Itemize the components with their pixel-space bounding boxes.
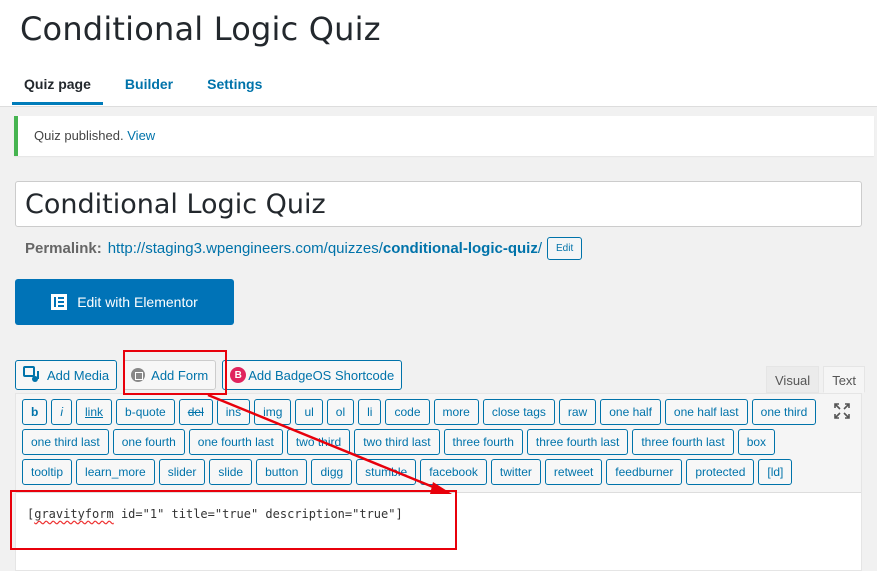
quicktag-button[interactable]: raw	[558, 399, 597, 425]
quicktag-button[interactable]: li	[358, 399, 382, 425]
add-form-highlight	[123, 350, 227, 395]
permalink-slug: conditional-logic-quiz	[382, 240, 538, 257]
quicktag-button[interactable]: stumble	[356, 459, 417, 485]
elementor-button-label: Edit with Elementor	[77, 294, 198, 310]
quicktag-button[interactable]: protected	[686, 459, 755, 485]
page-title: Conditional Logic Quiz	[20, 10, 381, 48]
quicktags-row-3: tooltip learn_more slider slide button d…	[20, 459, 857, 485]
quicktag-button[interactable]: ins	[216, 399, 251, 425]
tab-builder[interactable]: Builder	[113, 72, 185, 105]
quicktag-button[interactable]: three fourth	[443, 429, 523, 455]
publish-notice: Quiz published. View	[14, 116, 874, 156]
quicktag-button[interactable]: one half	[600, 399, 661, 425]
quicktag-button[interactable]: box	[737, 429, 776, 455]
header: Conditional Logic Quiz Quiz page Builder…	[0, 0, 877, 107]
quicktags-row-2: one third last one fourth one fourth las…	[20, 429, 857, 455]
quicktag-button[interactable]: slider	[158, 459, 206, 485]
add-badgeos-shortcode-button[interactable]: B Add BadgeOS Shortcode	[222, 360, 403, 390]
elementor-icon	[51, 294, 68, 310]
permalink-base: http://staging3.wpengineers.com/quizzes/	[107, 240, 383, 257]
tab-quiz-page[interactable]: Quiz page	[12, 72, 103, 105]
editor-tabs: Visual Text	[762, 366, 866, 393]
quicktag-button[interactable]: one fourth	[112, 429, 185, 455]
tab-text[interactable]: Text	[823, 366, 866, 393]
quicktag-button[interactable]: close tags	[482, 399, 555, 425]
quicktag-button[interactable]: facebook	[420, 459, 487, 485]
quicktag-button[interactable]: img	[254, 399, 292, 425]
post-title-input[interactable]: Conditional Logic Quiz	[15, 181, 862, 227]
badgeos-label: Add BadgeOS Shortcode	[248, 367, 395, 383]
badgeos-icon: B	[230, 367, 247, 383]
quicktag-button[interactable]: tooltip	[22, 459, 73, 485]
quicktag-button[interactable]: three fourth last	[632, 429, 734, 455]
quicktag-button[interactable]: ul	[295, 399, 323, 425]
permalink-url[interactable]: http://staging3.wpengineers.com/quizzes/…	[108, 240, 542, 257]
edit-with-elementor-button[interactable]: Edit with Elementor	[15, 279, 234, 325]
add-media-button[interactable]: Add Media	[15, 360, 118, 390]
add-media-label: Add Media	[47, 367, 110, 383]
permalink-trail: /	[537, 240, 543, 257]
quicktag-button[interactable]: three fourth last	[526, 429, 629, 455]
quicktag-button[interactable]: i	[51, 399, 73, 425]
quicktag-button[interactable]: ol	[326, 399, 355, 425]
quicktag-button[interactable]: link	[76, 399, 113, 425]
tab-bar: Quiz page Builder Settings	[12, 72, 284, 105]
quicktag-button[interactable]: feedburner	[606, 459, 683, 485]
quicktags-row-1: b i link b-quote del ins img ul ol li co…	[20, 399, 857, 425]
editor-content-highlight	[10, 490, 457, 550]
quicktag-button[interactable]: one third last	[22, 429, 109, 455]
quicktags-toolbar: b i link b-quote del ins img ul ol li co…	[16, 394, 861, 493]
quicktag-button[interactable]: [ld]	[758, 459, 793, 485]
media-icon	[23, 366, 39, 382]
quicktag-button[interactable]: b	[22, 399, 48, 425]
quicktag-button[interactable]: digg	[311, 459, 353, 485]
fullscreen-icon[interactable]	[833, 402, 851, 420]
quicktag-button[interactable]: one third	[751, 399, 817, 425]
quicktag-button[interactable]: twitter	[490, 459, 541, 485]
quicktag-button[interactable]: more	[433, 399, 479, 425]
quicktag-button[interactable]: code	[385, 399, 430, 425]
quicktag-button[interactable]: b-quote	[116, 399, 175, 425]
quicktag-button[interactable]: one half last	[664, 399, 748, 425]
quicktag-button[interactable]: learn_more	[76, 459, 155, 485]
quicktag-button[interactable]: del	[178, 399, 213, 425]
view-link[interactable]: View	[127, 128, 155, 143]
notice-text: Quiz published.	[34, 128, 124, 143]
quicktag-button[interactable]: retweet	[544, 459, 603, 485]
tab-visual[interactable]: Visual	[766, 366, 820, 393]
permalink-row: Permalink: http://staging3.wpengineers.c…	[25, 237, 583, 260]
permalink-label: Permalink:	[25, 240, 102, 257]
quicktag-button[interactable]: two third last	[354, 429, 440, 455]
quicktag-button[interactable]: one fourth last	[188, 429, 283, 455]
quicktag-button[interactable]: two third	[286, 429, 351, 455]
quicktag-button[interactable]: slide	[209, 459, 253, 485]
quicktag-button[interactable]: button	[256, 459, 308, 485]
tab-settings[interactable]: Settings	[195, 72, 274, 105]
permalink-edit-button[interactable]: Edit	[547, 237, 583, 260]
